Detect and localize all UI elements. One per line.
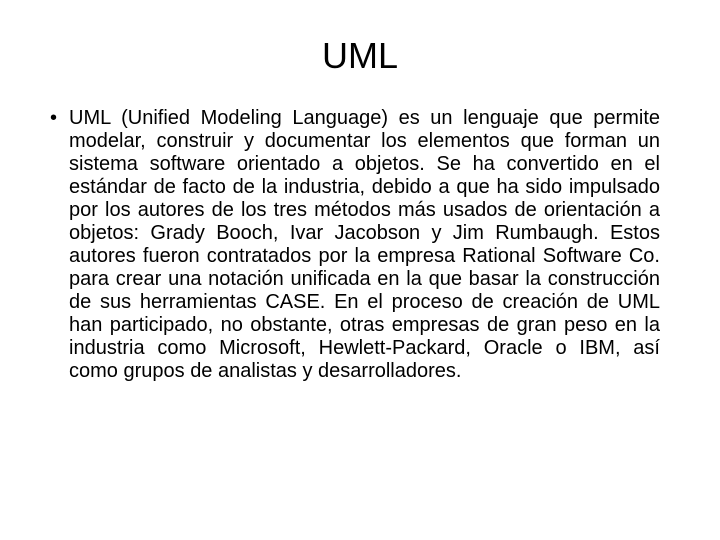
slide-title: UML [60,35,660,77]
bullet-marker-icon: • [50,107,57,130]
bullet-item: • UML (Unified Modeling Language) es un … [60,107,660,383]
body-paragraph: UML (Unified Modeling Language) es un le… [69,107,660,383]
